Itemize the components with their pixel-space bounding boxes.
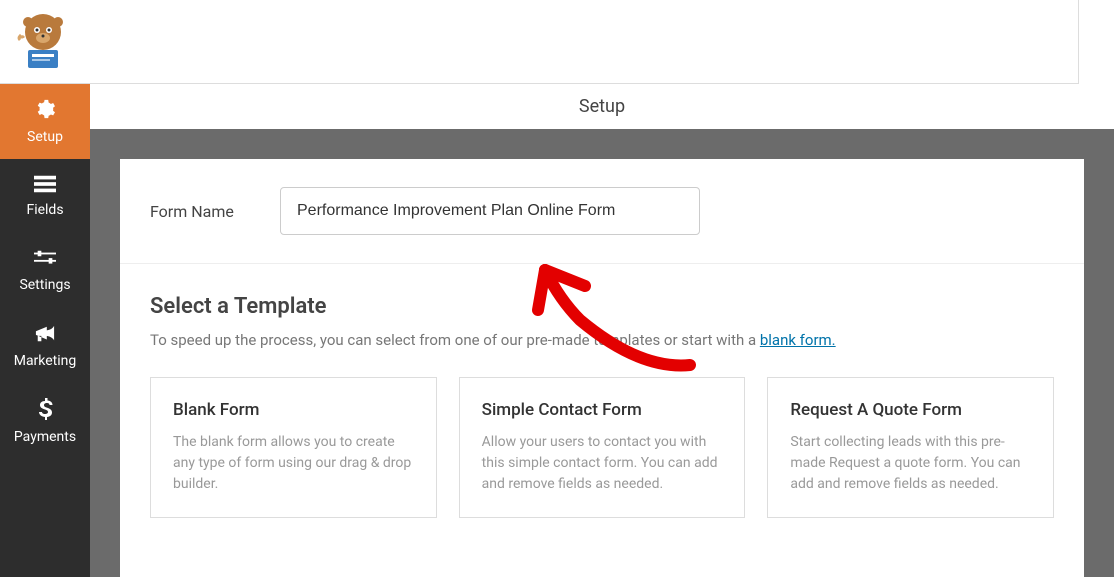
template-section: Select a Template To speed up the proces… — [120, 264, 1084, 518]
form-name-input[interactable] — [280, 187, 700, 235]
sidebar-item-settings[interactable]: Settings — [0, 234, 90, 309]
dollar-icon — [37, 398, 53, 423]
blank-form-link[interactable]: blank form. — [760, 331, 836, 349]
sidebar-item-payments[interactable]: Payments — [0, 384, 90, 459]
main-area: Setup Form Name Select a Template To spe… — [90, 84, 1114, 577]
template-subtext-pre: To speed up the process, you can select … — [150, 331, 760, 349]
sidebar-item-label: Payments — [14, 429, 76, 445]
sidebar-item-label: Fields — [26, 202, 63, 218]
template-card-request-quote[interactable]: Request A Quote Form Start collecting le… — [767, 377, 1054, 518]
content-wrap: Form Name Select a Template To speed up … — [90, 129, 1114, 577]
app-logo — [12, 8, 74, 70]
template-card-simple-contact[interactable]: Simple Contact Form Allow your users to … — [459, 377, 746, 518]
form-name-row: Form Name — [120, 159, 1084, 264]
template-card-desc: Start collecting leads with this pre-mad… — [790, 432, 1031, 495]
sidebar-item-marketing[interactable]: Marketing — [0, 309, 90, 384]
template-card-desc: The blank form allows you to create any … — [173, 432, 414, 495]
list-icon — [34, 175, 56, 196]
template-card-blank[interactable]: Blank Form The blank form allows you to … — [150, 377, 437, 518]
template-card-title: Simple Contact Form — [482, 400, 723, 420]
sidebar-item-label: Setup — [27, 129, 63, 145]
megaphone-icon — [34, 324, 56, 347]
sliders-icon — [34, 250, 56, 271]
page-title: Setup — [90, 84, 1114, 129]
form-name-label: Form Name — [150, 202, 280, 221]
gear-icon — [34, 98, 56, 123]
template-card-title: Request A Quote Form — [790, 400, 1031, 420]
top-bar: ✕ — [0, 0, 1116, 84]
sidebar-item-setup[interactable]: Setup — [0, 84, 90, 159]
template-card-desc: Allow your users to contact you with thi… — [482, 432, 723, 495]
sidebar-item-label: Marketing — [14, 353, 77, 369]
template-subtext: To speed up the process, you can select … — [150, 331, 1054, 349]
template-card-title: Blank Form — [173, 400, 414, 420]
sidebar: Setup Fields Settings Marketing Payments — [0, 84, 90, 577]
sidebar-item-fields[interactable]: Fields — [0, 159, 90, 234]
sidebar-item-label: Settings — [19, 277, 70, 293]
white-panel: Form Name Select a Template To speed up … — [120, 159, 1084, 577]
template-heading: Select a Template — [150, 294, 1054, 319]
template-grid: Blank Form The blank form allows you to … — [150, 377, 1054, 518]
